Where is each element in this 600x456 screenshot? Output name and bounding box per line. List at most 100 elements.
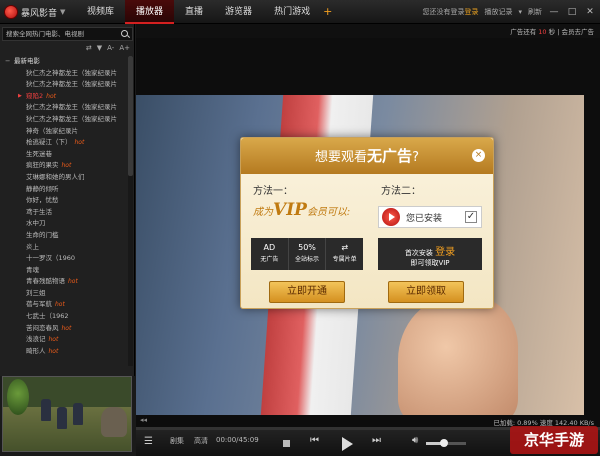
playlist-item-title: 狄仁杰之神都龙王（独家纪录片 <box>26 114 117 123</box>
scrollbar-thumb[interactable] <box>128 56 133 176</box>
stop-icon[interactable] <box>283 440 290 447</box>
close-icon[interactable]: × <box>472 149 485 162</box>
add-tab-icon[interactable]: + <box>321 0 332 24</box>
playlist-item[interactable]: 狄仁杰之神都龙王（独家纪录片 <box>0 102 128 114</box>
playlist-item-title: 窥陷2 <box>26 91 44 100</box>
no-ads-popup: 想要观看无广告? × 方法一： 方法二： 成为VIP会员可以: AD 无广告 5… <box>240 137 494 309</box>
remove-ad-link[interactable]: 会员去广告 <box>562 28 595 36</box>
playlist-item[interactable]: 鸢于生活 <box>0 207 128 219</box>
list-icon[interactable]: ☰ <box>144 436 153 447</box>
next-icon[interactable]: ⏭ <box>372 435 381 446</box>
chevron-down-icon[interactable]: ▾ <box>518 8 522 16</box>
playlist-item-title: 疯狂的果实 <box>26 161 59 170</box>
playlist-item[interactable]: 七武士（1962 <box>0 311 128 323</box>
tab-live[interactable]: 直播 <box>174 0 214 24</box>
playlist-item[interactable]: 浅浪记 hot <box>0 334 128 346</box>
installed-checkbox[interactable]: ✓ <box>465 211 477 223</box>
playlist-item[interactable]: 艾琳娜和她的男人们 <box>0 172 128 184</box>
hot-badge: hot <box>61 162 72 170</box>
video-hand <box>398 295 518 415</box>
maximize-icon[interactable]: □ <box>566 6 578 18</box>
play-app-icon <box>382 208 400 226</box>
playlist-item-title: 青春残酷物语 <box>26 277 65 286</box>
playlist-item[interactable]: 狄仁杰之神都龙王（独家纪录片 <box>0 68 128 80</box>
search-icon[interactable] <box>119 28 131 40</box>
swap-icon: ⇄ <box>341 243 349 252</box>
chevron-down-icon: ▼ <box>60 8 66 16</box>
playlist-item[interactable]: 水中刀 <box>0 218 128 230</box>
percent-icon: 50% <box>298 243 316 252</box>
playlist-item[interactable]: 生命的门槛 <box>0 230 128 242</box>
thumbnail-tree <box>7 379 29 415</box>
volume-icon[interactable]: 🔊︎ <box>412 435 418 446</box>
playlist-item[interactable]: 畸形人 hot <box>0 346 128 358</box>
playlist-item[interactable]: 青魂 <box>0 265 128 277</box>
playlist-item[interactable]: 苦闷恋春风 hot <box>0 323 128 335</box>
playlist-item[interactable]: 刘三姐 <box>0 288 128 300</box>
gift-box: 首次安装 登录 即可领取VIP <box>378 238 482 270</box>
font-smaller-button[interactable]: A- <box>107 44 114 52</box>
playlist-item[interactable]: 蓓与军航 hot <box>0 299 128 311</box>
playlist-scrollbar[interactable] <box>128 56 133 366</box>
ad-prefix: 广告还有 <box>510 28 537 36</box>
playlist-item[interactable]: 狄仁杰之神都龙王（独家纪录片 <box>0 114 128 126</box>
playlist-item-title: 生死迷巷 <box>26 149 52 158</box>
gift-line-one: 首次安装 登录 <box>378 243 482 258</box>
time-readout: 00:00/45:09 <box>216 436 259 444</box>
volume-slider[interactable] <box>426 439 466 447</box>
episodes-button[interactable]: 剧集 <box>170 436 184 446</box>
playlist-item[interactable]: 生死迷巷 <box>0 149 128 161</box>
minimize-icon[interactable]: — <box>548 6 560 18</box>
font-larger-button[interactable]: A+ <box>119 44 130 52</box>
nav-tabs: 视频库 播放器 直播 游览器 热门游戏 + <box>76 0 332 24</box>
installed-label: 您已安装 <box>406 213 443 224</box>
playlist-item[interactable]: 炎上 <box>0 242 128 254</box>
playlist-item[interactable]: 枪逃疑江（下） hot <box>0 137 128 149</box>
quality-button[interactable]: 高清 <box>194 436 208 446</box>
playlist-item[interactable]: 狄仁杰之神都龙王（独家纪录片 <box>0 79 128 91</box>
collapse-sidebar-icon[interactable]: ◂◂ <box>140 416 147 424</box>
playlist-item-title: 枪逃疑江（下） <box>26 138 72 147</box>
preview-thumbnail[interactable] <box>2 376 132 452</box>
login-link[interactable]: 登录 <box>464 8 478 16</box>
tab-video-library[interactable]: 视频库 <box>76 0 125 24</box>
playlist-item-title: 水中刀 <box>26 219 46 228</box>
playlist-item[interactable]: 神奇（独家纪录片 <box>0 126 128 138</box>
playlist-item[interactable]: 静静的倾听 <box>0 184 128 196</box>
playlist: 最新电影 狄仁杰之神都龙王（独家纪录片狄仁杰之神都龙王（独家纪录片窥陷2hot狄… <box>0 56 128 357</box>
feature-no-ads: AD 无广告 <box>251 238 289 270</box>
loop-icon[interactable]: ⇄ <box>86 44 92 52</box>
popup-title-c: ? <box>412 150 419 165</box>
close-icon[interactable]: ✕ <box>584 6 596 18</box>
gift-highlight: 登录 <box>435 247 456 258</box>
volume-knob[interactable] <box>440 439 448 447</box>
thumbnail-figure <box>57 407 67 429</box>
thumbnail-figure <box>41 399 51 421</box>
vip-features: AD 无广告 50% 全站标示 ⇄ 专属片单 <box>251 238 363 270</box>
playlist-sidebar: ⇄ ▼ A- A+ 最新电影 狄仁杰之神都龙王（独家纪录片狄仁杰之神都龙王（独家… <box>0 24 135 452</box>
playlist-item[interactable]: 窥陷2hot <box>0 91 128 103</box>
search-input[interactable] <box>3 28 119 40</box>
playlist-item-title: 神奇（独家纪录片 <box>26 126 78 135</box>
claim-vip-button[interactable]: 立即领取 <box>388 281 464 303</box>
playlist-item[interactable]: 你好，忧愁 <box>0 195 128 207</box>
open-vip-button[interactable]: 立即开通 <box>269 281 345 303</box>
app-logo[interactable]: 暴风影音 ▼ <box>4 4 68 20</box>
site-watermark: 京华手游 <box>510 426 598 454</box>
tab-hot-games[interactable]: 热门游戏 <box>263 0 321 24</box>
play-icon[interactable] <box>342 437 353 451</box>
tab-player[interactable]: 播放器 <box>125 0 175 24</box>
playlist-item[interactable]: 疯狂的果实 hot <box>0 160 128 172</box>
popup-title-b: 无广告 <box>367 147 413 165</box>
previous-icon[interactable]: ⏮ <box>310 435 319 446</box>
playlist-item[interactable]: 十一罗汉（1960 <box>0 253 128 265</box>
tab-browser[interactable]: 游览器 <box>214 0 263 24</box>
playlist-item[interactable]: 青春残酷物语 hot <box>0 276 128 288</box>
video-letterbox-top <box>136 38 584 95</box>
sort-icon[interactable]: ▼ <box>97 44 102 52</box>
playlist-folder[interactable]: 最新电影 <box>0 56 128 68</box>
refresh-button[interactable]: 刷新 <box>528 7 542 17</box>
history-menu[interactable]: 播放记录 <box>484 7 512 17</box>
popup-title: 想要观看无广告? <box>241 138 493 176</box>
logo-icon <box>4 5 18 19</box>
